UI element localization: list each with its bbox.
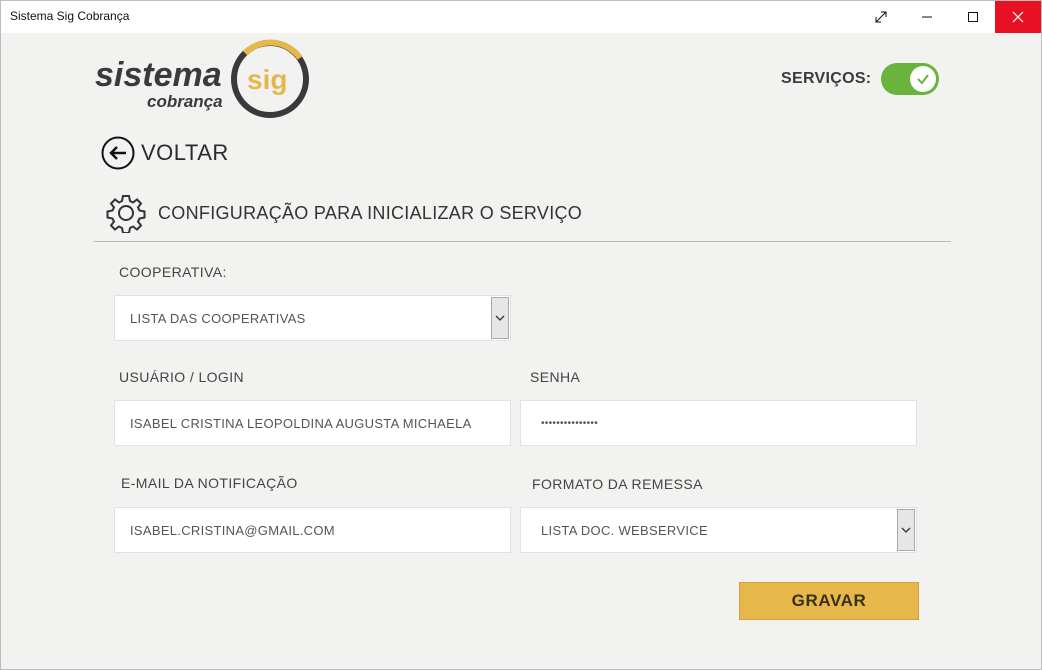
gear-icon [106,195,146,233]
email-input[interactable]: ISABEL.CRISTINA@GMAIL.COM [114,507,511,553]
minimize-button[interactable] [904,1,950,33]
email-value: ISABEL.CRISTINA@GMAIL.COM [130,522,335,538]
maximize-icon [968,12,978,22]
section-title: CONFIGURAÇÃO PARA INICIALIZAR O SERVIÇO [158,202,583,223]
cooperativa-select[interactable]: LISTA DAS COOPERATIVAS [114,295,511,341]
cooperativa-dropdown-button[interactable] [491,297,509,339]
formato-select[interactable]: LISTA DOC. WEBSERVICE [520,507,917,553]
app-window: Sistema Sig Cobrança sistema sig cobranç… [0,0,1042,670]
sistema-sig-logo: sistema sig cobrança [95,39,309,118]
main-content: sistema sig cobrança SERVIÇOS: VOLTAR CO… [1,33,1041,669]
usuario-input[interactable]: ISABEL CRISTINA LEOPOLDINA AUGUSTA MICHA… [114,400,511,446]
section-header: CONFIGURAÇÃO PARA INICIALIZAR O SERVIÇO [106,193,582,233]
close-button[interactable] [995,1,1041,33]
formato-dropdown-button[interactable] [897,509,915,551]
close-icon [1012,11,1024,23]
senha-value: ••••••••••••••• [541,417,599,429]
arrow-left-circle-icon [101,136,135,170]
title-bar: Sistema Sig Cobrança [1,1,1041,33]
senha-input[interactable]: ••••••••••••••• [520,400,917,446]
svg-text:sistema: sistema [95,56,222,94]
expand-icon [875,11,887,23]
window-title: Sistema Sig Cobrança [10,9,130,23]
services-control: SERVIÇOS: [781,63,940,95]
back-button[interactable]: VOLTAR [101,136,229,170]
save-button[interactable]: GRAVAR [739,582,919,620]
minimize-icon [922,16,932,18]
services-toggle[interactable] [881,63,940,95]
toggle-knob [910,66,937,92]
usuario-value: ISABEL CRISTINA LEOPOLDINA AUGUSTA MICHA… [130,415,472,431]
section-divider [94,241,951,242]
formato-value: LISTA DOC. WEBSERVICE [541,522,708,538]
maximize-button[interactable] [950,1,996,33]
email-label: E-MAIL DA NOTIFICAÇÃO [121,475,298,491]
cooperativa-value: LISTA DAS COOPERATIVAS [130,310,306,326]
chevron-down-icon [495,315,505,321]
senha-label: SENHA [530,369,581,385]
usuario-label: USUÁRIO / LOGIN [119,369,245,385]
cooperativa-label: COOPERATIVA: [119,264,227,280]
chevron-down-icon [901,527,911,533]
back-label: VOLTAR [141,140,229,165]
check-icon [917,74,930,85]
services-label: SERVIÇOS: [781,70,872,87]
formato-label: FORMATO DA REMESSA [532,476,703,492]
svg-text:cobrança: cobrança [147,92,223,111]
svg-text:sig: sig [247,64,287,95]
expand-button[interactable] [858,1,904,33]
